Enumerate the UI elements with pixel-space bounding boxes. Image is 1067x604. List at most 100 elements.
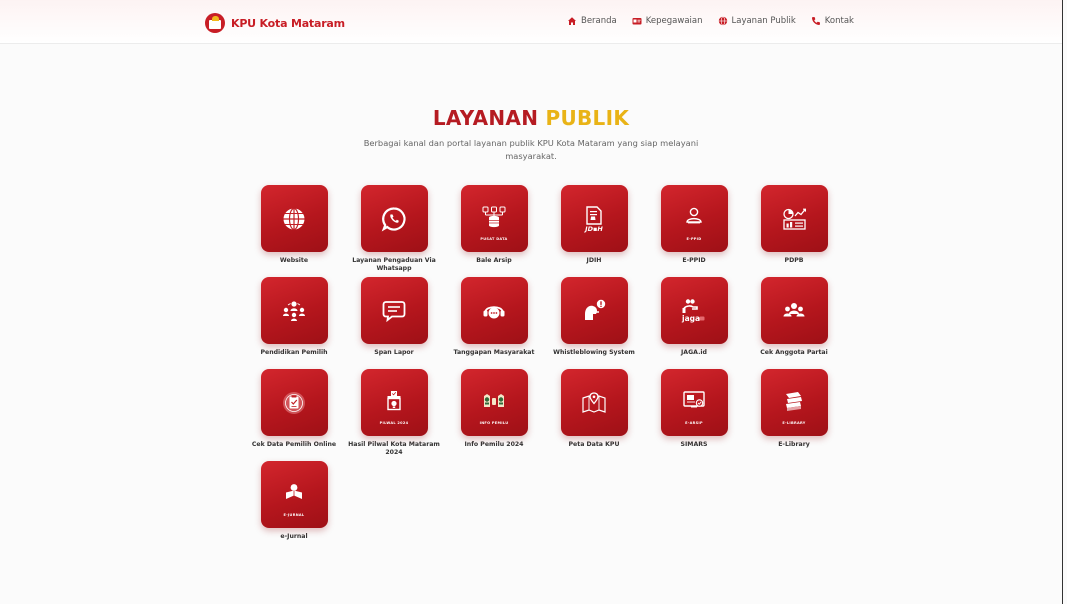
whatsapp-icon [381,206,406,232]
pdpb-chart-icon [783,208,806,230]
service-tile [460,277,528,344]
service-card-jaga-id[interactable]: jaga JAGA.id [644,277,744,369]
service-label: Bale Arsip [476,257,512,264]
page-subtitle: Berbagai kanal dan portal layanan publik… [363,138,699,161]
service-tile [360,277,428,344]
nav-item-label: Layanan Publik [731,16,796,26]
service-tile [260,369,328,436]
service-tile: PUSAT DATA [460,185,528,252]
service-label: Peta Data KPU [568,441,620,448]
globe-icon [718,16,727,26]
tile-caption: PILWAL 2024 [379,421,409,425]
service-tile: PILWAL 2024 [360,369,428,436]
service-card-pdpb[interactable]: PDPB [744,185,844,277]
tile-caption: E-LIBRARY [782,421,806,425]
tile-caption: E-ARSIP [685,421,703,425]
page-title: LAYANAN PUBLIK [0,106,1062,130]
globe-icon [283,207,305,230]
nav-item-kontak[interactable]: Kontak [811,16,854,26]
phone-icon [811,17,820,25]
nav-item-beranda[interactable]: Beranda [567,16,617,26]
service-label: E-Library [778,441,810,448]
service-label: Info Pemilu 2024 [464,441,524,448]
service-tile: jaga [660,277,728,344]
service-card-cek-anggota-partai[interactable]: Cek Anggota Partai [744,277,844,369]
svg-text:JD▪H: JD▪H [583,225,603,233]
service-label: SIMARS [680,441,708,448]
service-label: Pendidikan Pemilih [260,349,328,356]
tile-caption: PUSAT DATA [480,237,508,241]
jdih-document-icon: JD▪H [583,205,603,233]
service-card-whistleblowing-system[interactable]: Whistleblowing System [544,277,644,369]
group-icon [783,302,805,316]
brand-home-link[interactable]: KPU Kota Mataram [205,12,345,34]
eppid-user-icon [686,207,702,223]
service-label: E-PPID [682,257,706,264]
tile-caption: INFO PEMILU [479,421,509,425]
service-card-cek-data-pemilih[interactable]: Cek Data Pemilih Online [244,369,344,461]
books-icon [786,391,802,411]
reading-person-icon [286,483,302,499]
page-title-part1: LAYANAN [432,106,539,130]
id-card-icon [632,18,642,25]
service-label: Hasil Pilwal Kota Mataram 2024 [348,441,440,456]
service-tile [360,185,428,252]
service-tile [760,277,828,344]
nav-item-label: Kepegawaian [645,16,703,26]
service-tile: E-JURNAL [260,461,328,528]
nav-item-label: Kontak [824,16,854,26]
ballot-box-icon [387,390,401,410]
service-card-info-pemilu[interactable]: INFO PEMILU Info Pemilu 2024 [444,369,544,461]
home-icon [568,17,576,25]
tile-caption: E-JURNAL [283,513,305,517]
service-card-e-jurnal[interactable]: E-JURNAL e-Jurnal [244,461,344,553]
nav-item-kepegawaian[interactable]: Kepegawaian [632,16,703,26]
service-label: e-Jurnal [280,533,308,540]
services-grid: Website Layanan Pengaduan Via Whatsapp P… [244,185,828,553]
service-tile [760,185,828,252]
service-card-hasil-pilwal[interactable]: PILWAL 2024 Hasil Pilwal Kota Mataram 20… [344,369,444,461]
jaga-icon: jaga [681,298,705,323]
service-label: Tanggapan Masyarakat [453,349,535,356]
service-card-tanggapan-masyarakat[interactable]: Tanggapan Masyarakat [444,277,544,369]
nav-item-layanan-publik[interactable]: Layanan Publik [718,16,796,26]
headset-icon [483,305,505,318]
service-tile: E-PPID [660,185,728,252]
service-card-e-ppid[interactable]: E-PPID E-PPID [644,185,744,277]
service-tile: E-LIBRARY [760,369,828,436]
service-card-span-lapor[interactable]: Span Lapor [344,277,444,369]
service-card-whatsapp[interactable]: Layanan Pengaduan Via Whatsapp [344,185,444,277]
service-card-pendidikan-pemilih[interactable]: Pendidikan Pemilih [244,277,344,369]
service-card-website[interactable]: Website [244,185,344,277]
nav-item-label: Beranda [581,16,617,26]
chat-icon [382,300,406,322]
service-label: PDPB [784,257,804,264]
brand-name: KPU Kota Mataram [231,16,345,30]
whistleblowing-icon [585,299,606,320]
svg-text:jaga: jaga [681,314,700,323]
service-card-jdih[interactable]: JD▪H JDIH [544,185,644,277]
service-label: Website [279,257,309,264]
map-pin-icon [582,391,606,413]
service-tile [560,277,628,344]
page-title-part2: PUBLIK [545,106,630,130]
service-label: JAGA.id [681,349,707,356]
people-network-icon [283,300,305,321]
service-card-simars[interactable]: E-ARSIP SIMARS [644,369,744,461]
service-label: Cek Anggota Partai [760,349,828,356]
top-navbar: KPU Kota Mataram Beranda Kepegawaian Lay… [0,0,1062,44]
service-card-e-library[interactable]: E-LIBRARY E-Library [744,369,844,461]
service-tile [260,277,328,344]
service-tile [260,185,328,252]
service-tile: JD▪H [560,185,628,252]
service-label: Whistleblowing System [553,349,635,356]
kpu-logo-icon [205,13,225,33]
service-card-peta-data-kpu[interactable]: Peta Data KPU [544,369,644,461]
service-tile [560,369,628,436]
service-card-bale-arsip[interactable]: PUSAT DATA Bale Arsip [444,185,544,277]
archive-database-icon [482,206,506,227]
mascot-icon [484,393,504,407]
e-arsip-icon [683,390,705,407]
service-label: Span Lapor [374,349,414,356]
check-document-icon [283,391,305,414]
